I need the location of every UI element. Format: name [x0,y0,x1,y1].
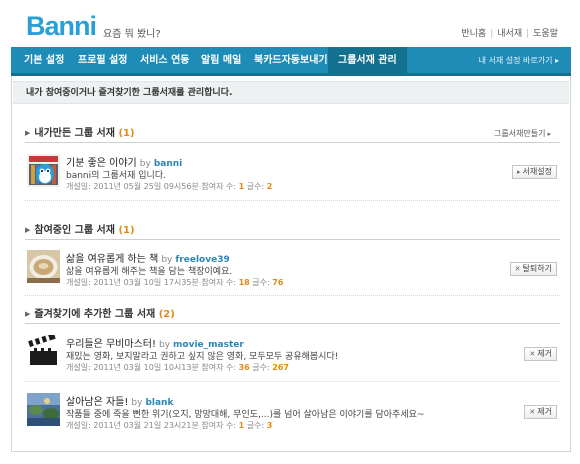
triangle-right-icon: ▸ [517,168,521,176]
tab-service-link[interactable]: 서비스 연동 [140,47,189,73]
tagline: 요즘 뭐 봤니? [103,29,161,40]
tab-notification-mail[interactable]: 알림 메일 [201,47,241,73]
tab-basic-settings[interactable]: 기본 설정 [24,47,64,73]
x-icon: ✕ [514,265,521,273]
divider: | [526,29,530,39]
group-meta: 개설일: 2011년 03월 21일 23시21분 참여자 수: 1 글수: 3 [66,421,273,430]
triangle-right-icon: ▶ [25,129,31,137]
notice-bar: 내가 참여중이거나 즐겨찾기한 그룹서재를 관리합니다. [13,81,569,104]
remove-favorite-button[interactable]: ✕ 제거 [524,405,557,419]
divider: | [490,29,494,39]
x-icon: ✕ [529,408,536,416]
row-divider [25,295,560,296]
triangle-right-icon: ▶ [25,310,31,318]
triangle-right-icon: ▸ [547,130,551,138]
banni-logo[interactable]: Banni [26,11,97,42]
triangle-right-icon: ▶ [25,226,31,234]
group-avatar-tea[interactable] [27,250,60,283]
tab-group-library-manage[interactable]: 그룹서재 관리 [328,47,407,73]
group-description: 재밌는 영화, 보지말라고 권하고 싶지 않은 영화, 모두모두 공유해봅시다! [66,352,339,362]
group-title[interactable]: 우리들은 무비마스터! by movie_master [66,335,244,350]
group-avatar-painting[interactable] [27,393,60,426]
settings-nav: 기본 설정 프로필 설정 서비스 연동 알림 메일 북카드자동보내기 그룹서재 … [11,47,571,76]
group-meta: 개설일: 2011년 03월 10일 10시13분 참여자 수: 36 글수: … [66,363,289,372]
link-help[interactable]: 도움말 [533,29,558,39]
section-divider [25,239,560,240]
group-avatar-banni[interactable] [27,154,60,187]
create-group-library-button[interactable]: 그룹서재만들기 ▸ [490,128,557,142]
section-divider [25,142,560,143]
library-settings-button[interactable]: ▸ 서재설정 [512,165,557,179]
link-my-library[interactable]: 내서재 [497,29,522,39]
group-title[interactable]: 삶을 여유롭게 하는 책 by freelove39 [66,250,230,265]
clapperboard-icon[interactable] [27,335,60,368]
section-divider [25,323,560,324]
group-title[interactable]: 살아남은 자들! by blank [66,393,173,408]
group-meta: 개설일: 2011년 03월 10일 17시35분 참여자 수: 18 글수: … [66,278,284,287]
group-title[interactable]: 기분 좋은 이야기 by banni [66,154,182,169]
leave-group-button[interactable]: ✕ 탈퇴하기 [509,262,557,276]
row-divider [25,381,560,382]
tab-bookcard-auto-send[interactable]: 북카드자동보내기 [254,47,328,73]
tab-profile-settings[interactable]: 프로필 설정 [78,47,127,73]
link-banni-home[interactable]: 반니홈 [461,29,486,39]
group-meta: 개설일: 2011년 05월 25일 09시56분 참여자 수: 1 글수: 2 [66,182,273,191]
section-title-mine: ▶ 내가만든 그룹 서재 (1) [25,128,135,139]
row-divider [25,200,560,201]
group-description: 작품들 중에 죽을 뻔한 위기(오지, 망망대해, 무인도,...)를 넘어 살… [66,410,425,420]
my-library-settings-link[interactable]: 내 서재 설정 바로가기 ▸ [479,47,559,74]
content-panel: 내가 참여중이거나 즐겨찾기한 그룹서재를 관리합니다. ▶ 내가만든 그룹 서재… [11,76,571,452]
group-description: banni의 그룹서재 입니다. [66,171,166,181]
top-links: 반니홈 | 내서재 | 도움말 [461,26,558,39]
x-icon: ✕ [529,350,536,358]
group-description: 삶을 여유롭게 해주는 책을 담는 책장이예요. [66,267,233,277]
section-title-favorites: ▶ 즐겨찾기에 추가한 그룹 서재 (2) [25,309,175,320]
remove-favorite-button[interactable]: ✕ 제거 [524,347,557,361]
section-title-joined: ▶ 참여중인 그룹 서재 (1) [25,225,135,236]
